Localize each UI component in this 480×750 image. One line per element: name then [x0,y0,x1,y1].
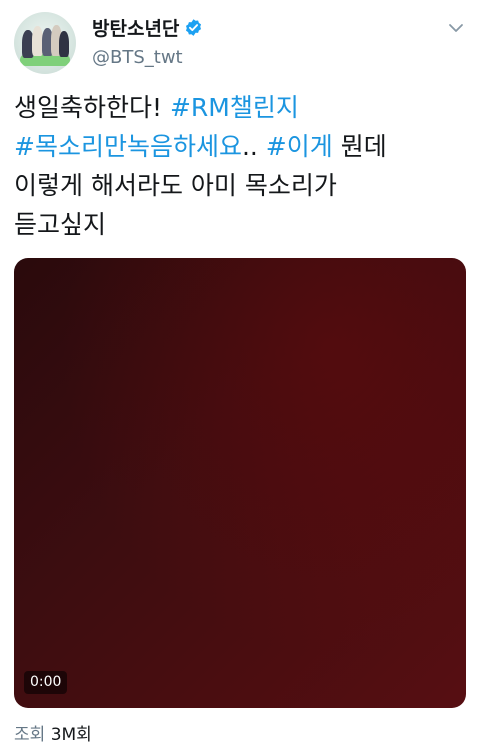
name-row: 방탄소년단 [92,14,203,40]
tweet-text-line: 생일축하한다! #RM챌린지 [14,88,466,127]
tweet-text-segment: 생일축하한다! [14,93,170,122]
tweet-text-segment: 뭔데 [332,132,387,161]
view-count: 조회 3M회 [14,720,92,745]
view-count-value: 3M회 [50,725,92,745]
tweet-text-line: 듣고싶지 [14,205,466,244]
tweet-text-line: #목소리만녹음하세요.. #이게 뭔데 [14,127,466,166]
view-count-label: 조회 [14,725,46,745]
tweet-header: 방탄소년단 @BTS_twt [14,12,466,76]
tweet-text-segment: 듣고싶지 [14,210,107,239]
tweet-text-line: 이렇게 해서라도 아미 목소리가 [14,166,466,205]
display-name[interactable]: 방탄소년단 [92,14,179,41]
tweet-text-segment: .. [241,132,266,161]
hashtag-link[interactable]: #이게 [266,132,333,161]
tweet-text-segment: 이렇게 해서라도 아미 목소리가 [14,171,337,200]
video-player[interactable]: 0:00 [14,258,466,708]
hashtag-link[interactable]: #목소리만녹음하세요 [14,132,242,161]
chevron-down-icon[interactable] [446,18,466,38]
tweet-text: 생일축하한다! #RM챌린지 #목소리만녹음하세요.. #이게 뭔데 이렇게 해서라… [14,88,466,244]
hashtag-link[interactable]: #RM챌린지 [170,93,299,122]
verified-badge-icon [184,18,203,37]
user-handle[interactable]: @BTS_twt [92,47,183,68]
avatar[interactable] [14,12,76,74]
video-timestamp: 0:00 [24,671,68,694]
